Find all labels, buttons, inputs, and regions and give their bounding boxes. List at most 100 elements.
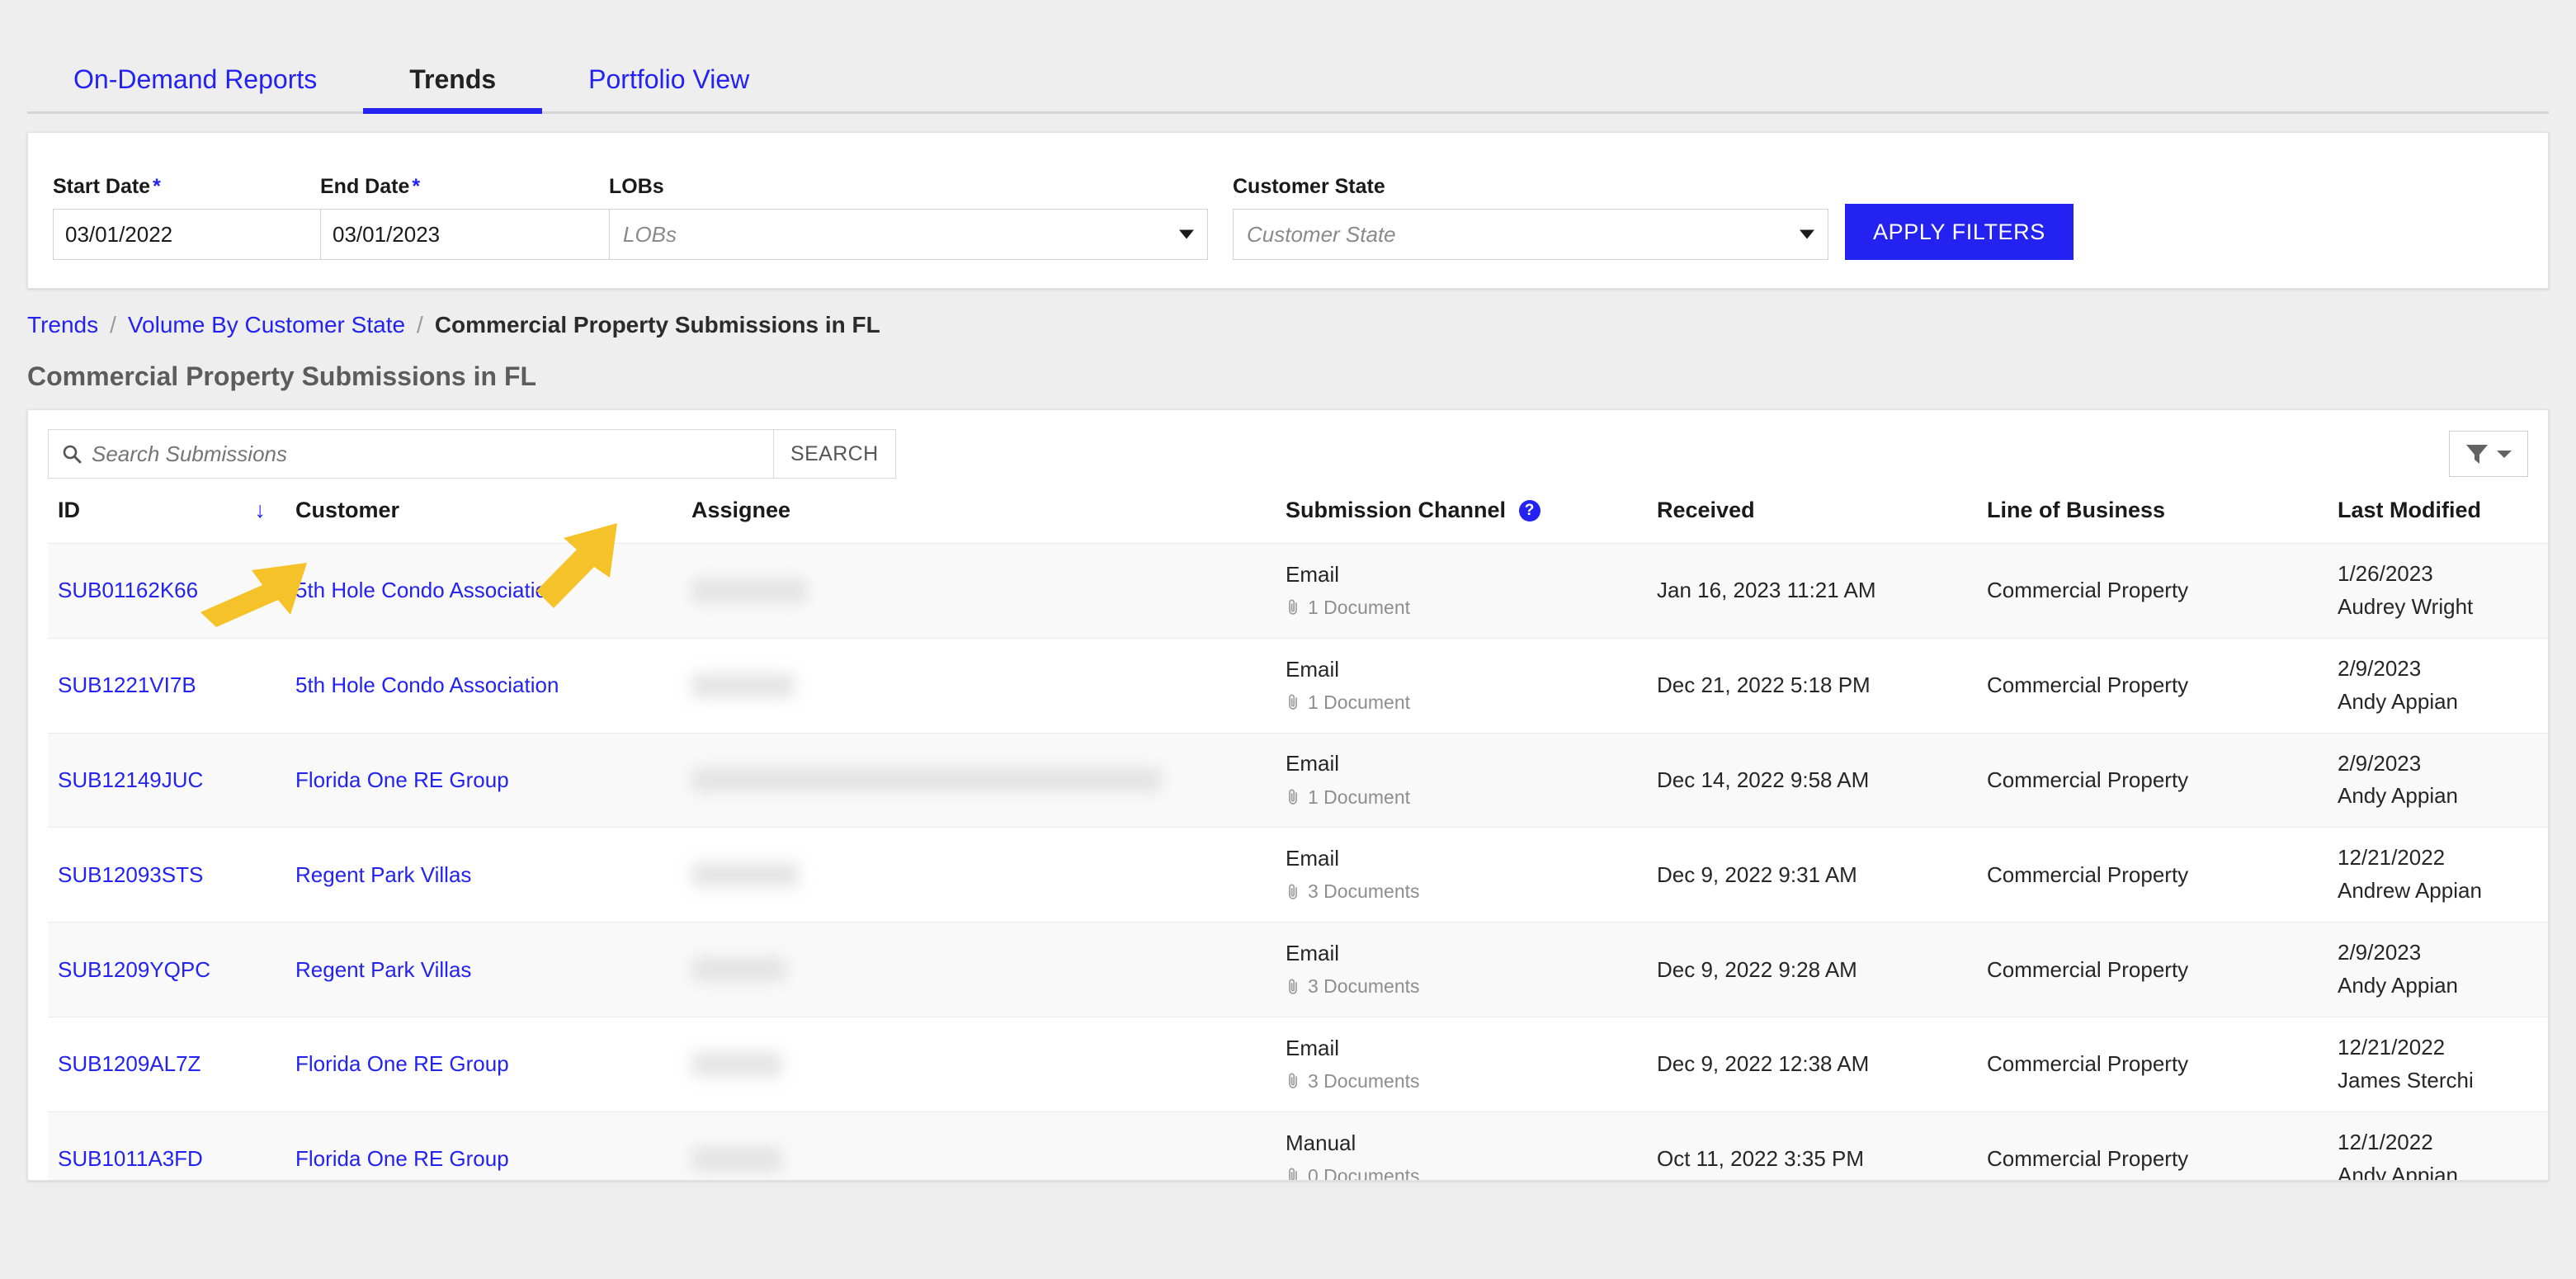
customer-state-dropdown[interactable]: Customer State: [1233, 209, 1828, 260]
submission-channel-value: Manual: [1286, 1130, 1356, 1155]
paperclip-icon: [1289, 884, 1297, 899]
document-count-label: 3 Documents: [1308, 1069, 1420, 1092]
breadcrumb-item-volume-by-customer-state[interactable]: Volume By Customer State: [128, 314, 405, 337]
lobs-field-group: LOBs LOBs: [609, 177, 1208, 260]
cell-last-modified: 12/21/2022 James Sterchi: [2338, 1016, 2548, 1112]
cell-line-of-business: Commercial Property: [1987, 543, 2338, 639]
cell-assignee: [691, 637, 1286, 734]
start-date-field-group: Start Date *: [53, 175, 376, 260]
column-header-id[interactable]: ID ↓: [48, 498, 295, 544]
column-header-line-of-business[interactable]: Line of Business: [1987, 498, 2338, 544]
table-row[interactable]: SUB12093STS Regent Park Villas Email 3 Docu…: [48, 827, 2548, 923]
cell-assignee: [691, 922, 1286, 1017]
customer-link[interactable]: 5th Hole Condo Association: [295, 673, 559, 697]
cell-id: SUB01162K66: [48, 543, 295, 639]
cell-line-of-business: Commercial Property: [1987, 827, 2338, 923]
tab-trends[interactable]: Trends: [363, 66, 543, 114]
assignee-redacted-value: [691, 767, 1162, 793]
submission-id-link[interactable]: SUB1011A3FD: [58, 1146, 203, 1171]
submission-id-link[interactable]: SUB1209YQPC: [58, 957, 210, 982]
cell-received: Dec 9, 2022 9:28 AM: [1657, 922, 1987, 1017]
customer-link[interactable]: Florida One RE Group: [295, 1146, 509, 1171]
table-row[interactable]: SUB12149JUC Florida One RE Group Email 1 Do…: [48, 732, 2548, 828]
customer-link[interactable]: Regent Park Villas: [295, 862, 471, 887]
last-modified-by: Andy Appian: [2338, 688, 2459, 714]
submission-channel-value: Email: [1286, 846, 1340, 871]
assignee-redacted-value: [691, 1146, 782, 1172]
lobs-dropdown[interactable]: LOBs: [609, 209, 1208, 260]
chevron-down-icon: [1179, 229, 1194, 239]
submission-id-link[interactable]: SUB1209AL7Z: [58, 1051, 201, 1076]
arrow-down-icon[interactable]: ↓: [255, 498, 267, 523]
start-date-required-marker: *: [153, 175, 161, 198]
column-header-received[interactable]: Received: [1657, 498, 1987, 544]
cell-customer: Regent Park Villas: [295, 922, 691, 1017]
cell-assignee: [691, 1016, 1286, 1112]
assignee-redacted-value: [691, 578, 807, 603]
apply-filters-button[interactable]: APPLY FILTERS: [1845, 204, 2074, 260]
paperclip-icon: [1289, 694, 1297, 710]
document-count: 3 Documents: [1286, 880, 1657, 903]
question-mark-icon[interactable]: ?: [1518, 500, 1540, 522]
breadcrumb-item-trends[interactable]: Trends: [27, 314, 98, 337]
search-input[interactable]: [92, 441, 760, 467]
customer-link[interactable]: Florida One RE Group: [295, 1051, 509, 1076]
table-row[interactable]: SUB1209AL7Z Florida One RE Group Email 3 Do…: [48, 1016, 2548, 1112]
cell-line-of-business: Commercial Property: [1987, 732, 2338, 828]
tab-on-demand-reports[interactable]: On-Demand Reports: [27, 66, 363, 114]
grid-filter-button[interactable]: [2449, 431, 2528, 477]
submission-channel-value: Email: [1286, 1035, 1340, 1060]
cell-assignee: [691, 1111, 1286, 1180]
tab-portfolio-view[interactable]: Portfolio View: [542, 66, 795, 114]
end-date-field-group: End Date *: [320, 175, 644, 260]
cell-received: Dec 21, 2022 5:18 PM: [1657, 637, 1987, 734]
cell-line-of-business: Commercial Property: [1987, 1016, 2338, 1112]
document-count-label: 0 Documents: [1308, 1164, 1420, 1181]
submissions-table-head: ID ↓ Customer Assignee Submission Channe…: [48, 498, 2548, 544]
column-header-submission-channel[interactable]: Submission Channel ?: [1286, 498, 1657, 544]
column-header-last-modified[interactable]: Last Modified: [2338, 498, 2548, 544]
start-date-control: [53, 209, 376, 260]
column-header-submission-channel-label: Submission Channel: [1286, 498, 1507, 522]
customer-state-placeholder: Customer State: [1247, 221, 1396, 247]
table-row[interactable]: SUB1221VI7B 5th Hole Condo Association Ema…: [48, 637, 2548, 734]
breadcrumb: Trends / Volume By Customer State / Comm…: [27, 314, 2549, 337]
filter-panel: Start Date* End Da: [27, 132, 2549, 289]
cell-received: Oct 11, 2022 3:35 PM: [1657, 1111, 1987, 1180]
paperclip-icon: [1289, 1168, 1297, 1180]
table-row[interactable]: SUB01162K66 5th Hole Condo Association Ema…: [48, 543, 2548, 639]
cell-assignee: [691, 543, 1286, 639]
customer-link[interactable]: Regent Park Villas: [295, 957, 471, 982]
search-icon: [63, 445, 82, 464]
start-date-input[interactable]: [53, 209, 353, 260]
document-count: 1 Document: [1286, 786, 1657, 809]
document-count-label: 1 Document: [1308, 786, 1411, 808]
submissions-table: ID ↓ Customer Assignee Submission Channe…: [48, 498, 2548, 1181]
cell-last-modified: 2/9/2023 Andy Appian: [2338, 732, 2548, 828]
document-count: 3 Documents: [1286, 975, 1657, 998]
customer-link[interactable]: 5th Hole Condo Association: [295, 578, 559, 602]
page-title: Commercial Property Submissions in FL: [27, 361, 537, 391]
end-date-input[interactable]: [320, 209, 620, 260]
submission-id-link[interactable]: SUB1221VI7B: [58, 673, 196, 697]
start-date-label-text: Start Date: [53, 175, 151, 198]
table-row[interactable]: SUB1011A3FD Florida One RE Group Manual 0 D…: [48, 1111, 2548, 1181]
submission-id-link[interactable]: SUB12149JUC: [58, 767, 203, 792]
submissions-grid-card: SEARCH ID ↓ Customer Assignee Submission…: [27, 409, 2549, 1181]
submission-id-link[interactable]: SUB12093STS: [58, 862, 203, 887]
customer-link[interactable]: Florida One RE Group: [295, 767, 509, 792]
submission-id-link[interactable]: SUB01162K66: [58, 578, 198, 602]
assignee-redacted-value: [691, 1051, 782, 1077]
search-button[interactable]: SEARCH: [774, 429, 896, 479]
end-date-label-text: End Date: [320, 175, 410, 198]
last-modified-by: Andy Appian: [2338, 973, 2459, 998]
submission-channel-value: Email: [1286, 561, 1340, 587]
document-count: 1 Document: [1286, 597, 1657, 619]
submission-channel-value: Email: [1286, 751, 1340, 776]
cell-submission-channel: Email 1 Document: [1286, 637, 1657, 734]
document-count: 1 Document: [1286, 691, 1657, 714]
lobs-placeholder: LOBs: [623, 221, 677, 247]
table-row[interactable]: SUB1209YQPC Regent Park Villas Email 3 Docu…: [48, 922, 2548, 1017]
column-header-customer[interactable]: Customer: [295, 498, 691, 544]
column-header-assignee[interactable]: Assignee: [691, 498, 1286, 544]
